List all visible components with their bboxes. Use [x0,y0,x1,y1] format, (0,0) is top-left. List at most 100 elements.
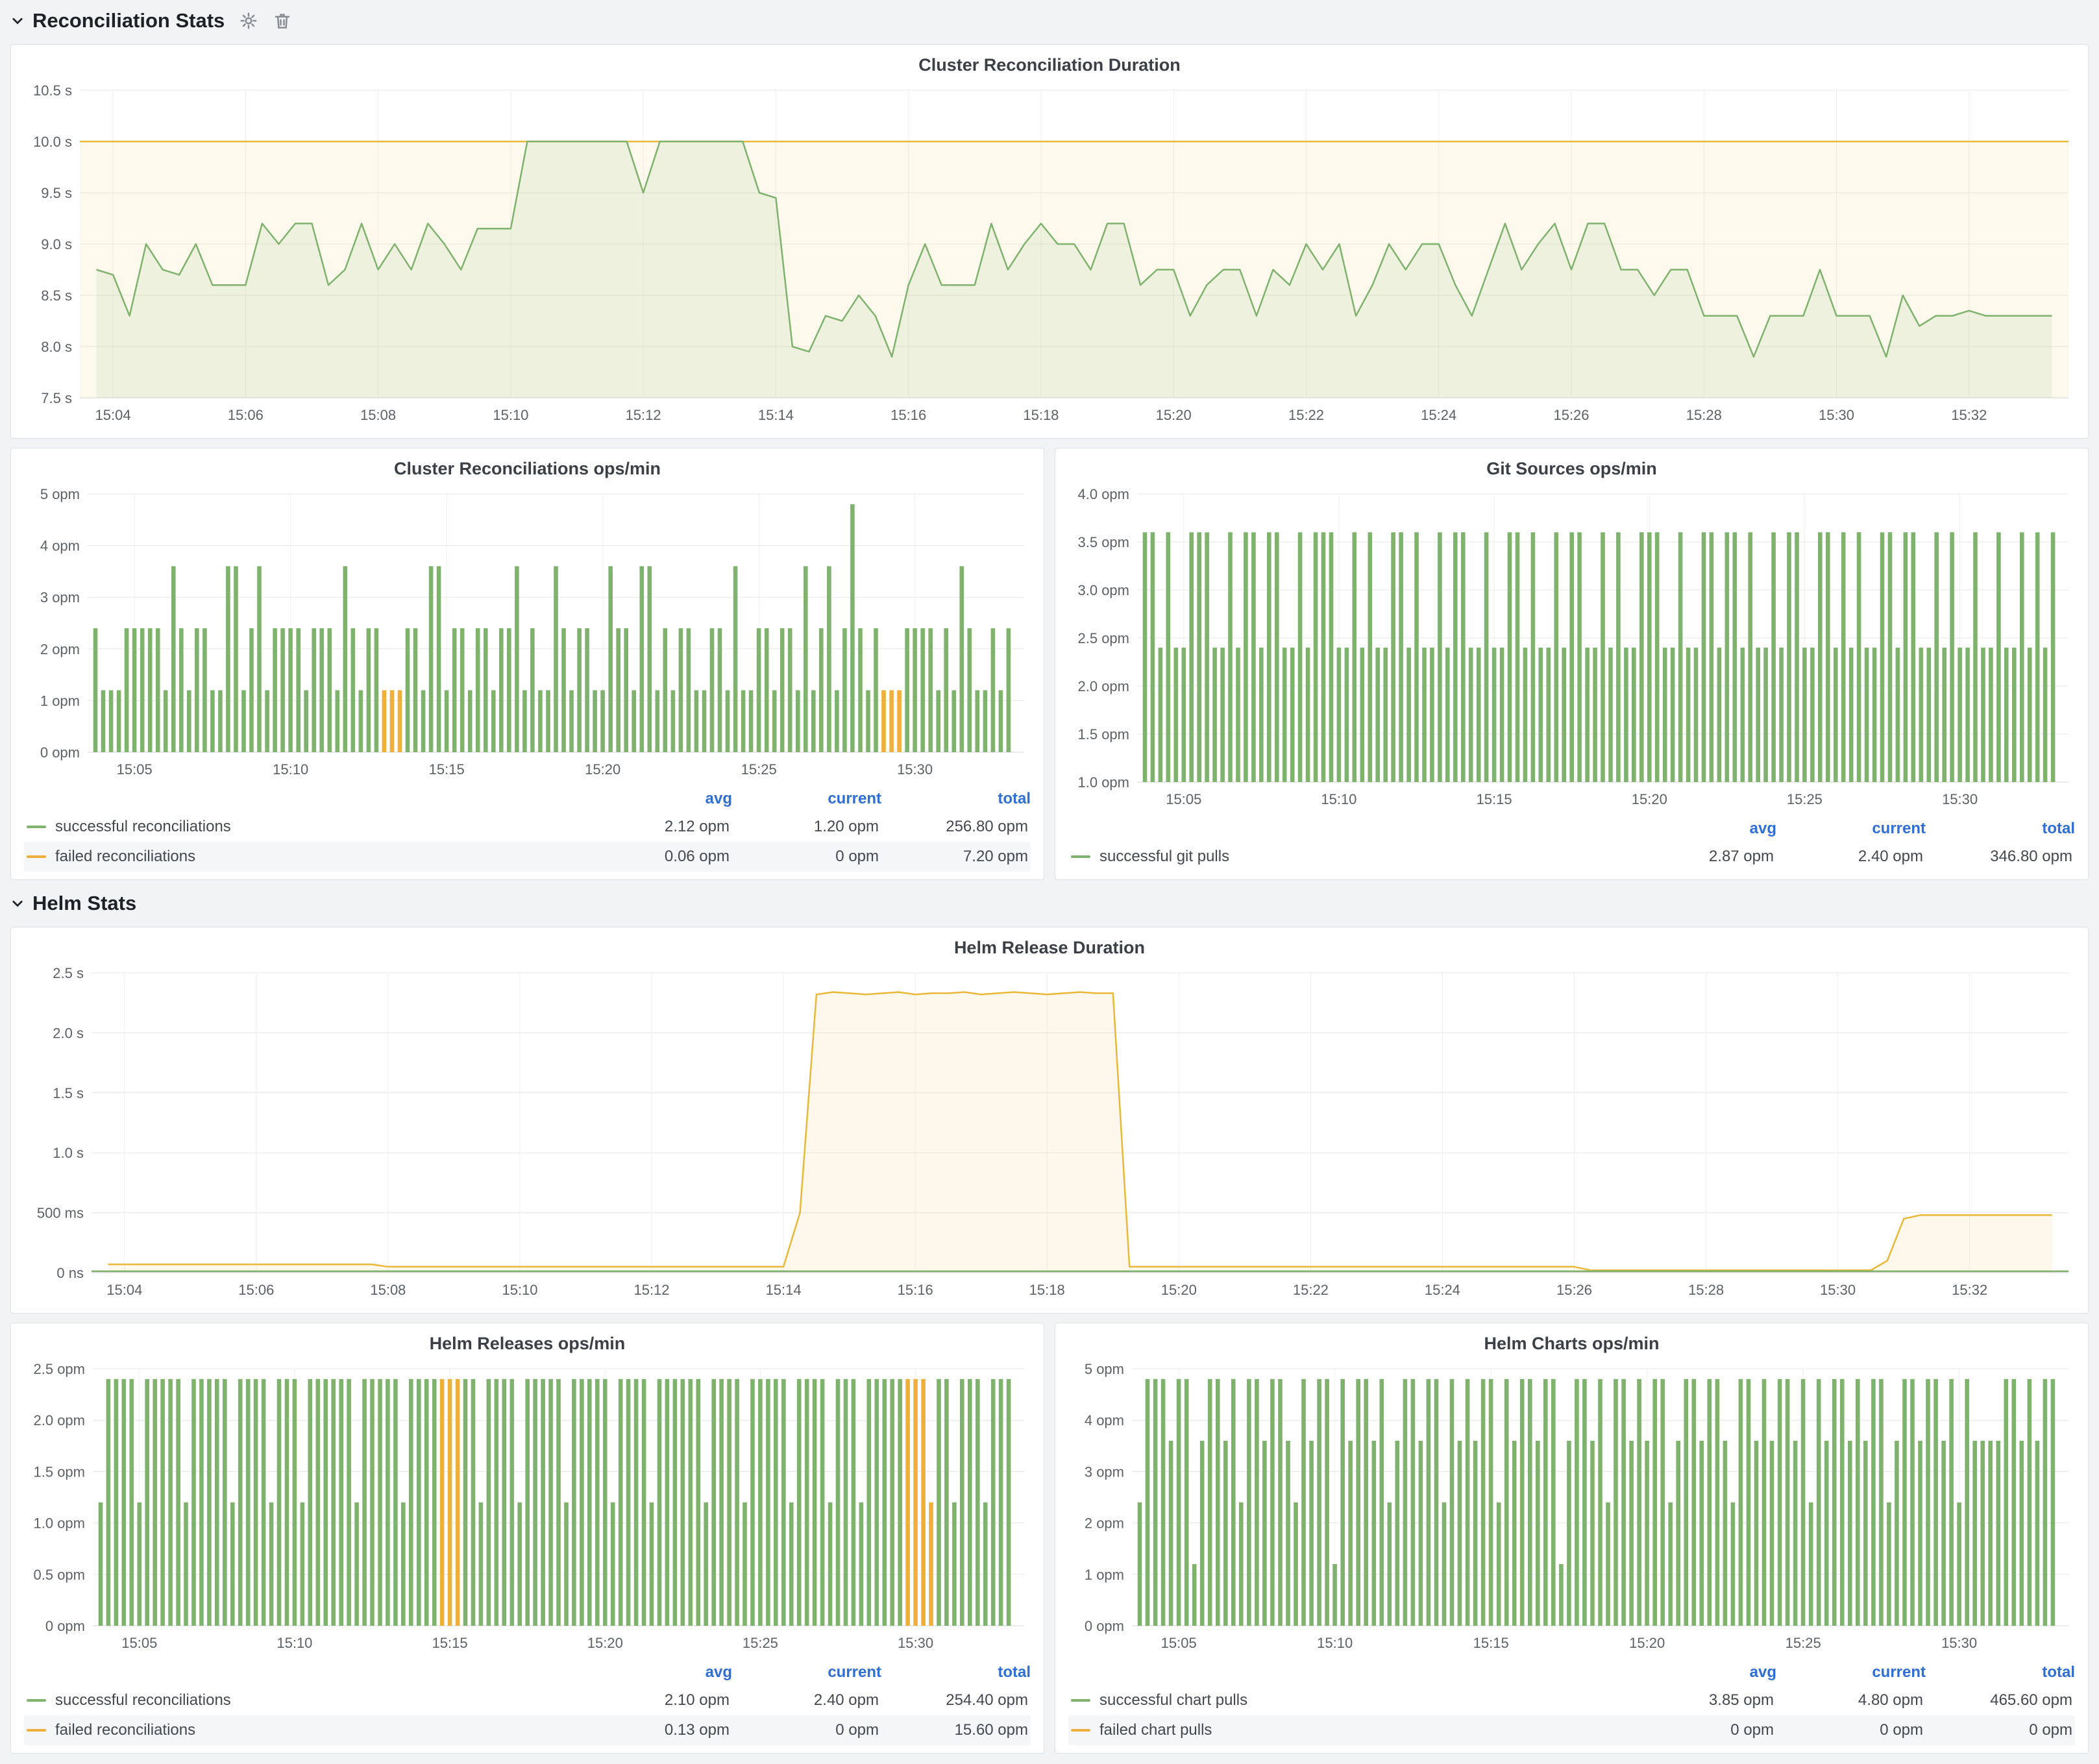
legend-current-value: 1.20 opm [730,818,879,836]
panel-title-cluster-reconciliations[interactable]: Cluster Reconciliations ops/min [20,456,1035,484]
svg-text:8.0 s: 8.0 s [41,339,72,355]
svg-text:7.5 s: 7.5 s [41,390,72,406]
git-sources-chart[interactable]: 15:0515:1015:1515:2015:2515:301.0 opm1.5… [1064,484,2079,815]
svg-text:15:20: 15:20 [1629,1635,1665,1651]
legend-label-wrap[interactable]: successful chart pulls [1071,1691,1625,1709]
legend-series-label: failed reconciliations [55,848,195,866]
legend-current-value: 0 opm [730,848,879,866]
panel-title-helm-release-duration[interactable]: Helm Release Duration [20,935,2079,962]
svg-text:0 opm: 0 opm [45,1618,85,1634]
svg-text:5 opm: 5 opm [1085,1361,1124,1377]
svg-text:9.5 s: 9.5 s [41,185,72,201]
svg-text:15:06: 15:06 [238,1282,274,1298]
legend-sort-current[interactable]: current [1776,1663,1926,1682]
helm-release-duration-chart[interactable]: 15:0415:0615:0815:1015:1215:1415:1615:18… [20,962,2079,1305]
svg-text:15:20: 15:20 [1632,791,1667,807]
legend-sort-current[interactable]: current [1776,820,1926,838]
svg-text:15:04: 15:04 [95,407,131,423]
legend-sort-current[interactable]: current [732,790,881,808]
legend-helm-releases: avg current total successful reconciliat… [20,1658,1035,1745]
series-color-marker-orange [27,1729,46,1732]
legend-sort-current[interactable]: current [732,1663,881,1682]
legend-sort-avg[interactable]: avg [1627,1663,1776,1682]
svg-text:3.5 opm: 3.5 opm [1078,534,1130,550]
svg-text:15:26: 15:26 [1553,407,1589,423]
legend-label-wrap[interactable]: failed chart pulls [1071,1721,1625,1739]
svg-text:3 opm: 3 opm [1085,1464,1124,1480]
svg-text:2 opm: 2 opm [40,641,80,657]
cluster-reconciliation-duration-chart[interactable]: 15:0415:0615:0815:1015:1215:1415:1615:18… [20,80,2079,430]
legend-row-successful-reconciliations: successful reconciliations 2.12 opm 1.20… [24,812,1031,842]
svg-text:15:25: 15:25 [741,761,777,778]
helm-charts-chart[interactable]: 15:0515:1015:1515:2015:2515:300 opm1 opm… [1064,1358,2079,1658]
panel-title-cluster-reconciliation-duration[interactable]: Cluster Reconciliation Duration [20,53,2079,80]
panel-title-helm-releases[interactable]: Helm Releases ops/min [20,1331,1035,1358]
legend-sort-total[interactable]: total [881,1663,1031,1682]
helm-releases-chart[interactable]: 15:0515:1015:1515:2015:2515:300 opm0.5 o… [20,1358,1035,1658]
panel-title-helm-charts[interactable]: Helm Charts ops/min [1064,1331,2079,1358]
legend-series-label: successful git pulls [1099,848,1229,866]
svg-text:0 ns: 0 ns [56,1265,84,1281]
legend-label-wrap[interactable]: successful reconciliations [27,1691,580,1709]
legend-sort-avg[interactable]: avg [583,790,732,808]
svg-text:2 opm: 2 opm [1085,1515,1124,1532]
legend-avg-value: 0 opm [1625,1721,1774,1739]
legend-sort-avg[interactable]: avg [583,1663,732,1682]
svg-text:15:10: 15:10 [1321,791,1356,807]
svg-text:15:26: 15:26 [1556,1282,1592,1298]
gear-icon[interactable] [239,11,258,31]
svg-text:15:10: 15:10 [276,1635,312,1651]
section-header-helm-stats[interactable]: Helm Stats [10,889,2089,918]
panel-title-git-sources[interactable]: Git Sources ops/min [1064,456,2079,484]
legend-series-label: failed chart pulls [1099,1721,1212,1739]
legend-avg-value: 2.87 opm [1625,848,1774,866]
legend-current-value: 0 opm [730,1721,879,1739]
legend-total-value: 15.60 opm [879,1721,1028,1739]
legend-row-successful-reconciliations: successful reconciliations 2.10 opm 2.40… [24,1685,1031,1715]
svg-text:15:25: 15:25 [1787,791,1823,807]
svg-text:15:05: 15:05 [121,1635,157,1651]
series-color-marker-green [1071,1699,1090,1702]
svg-text:15:05: 15:05 [1166,791,1201,807]
legend-header: avg current total [1068,1660,2075,1685]
svg-text:15:24: 15:24 [1425,1282,1460,1298]
svg-text:5 opm: 5 opm [40,486,80,502]
svg-text:15:04: 15:04 [106,1282,142,1298]
legend-sort-total[interactable]: total [1926,1663,2075,1682]
svg-text:15:15: 15:15 [429,761,465,778]
svg-text:15:16: 15:16 [898,1282,933,1298]
svg-text:15:28: 15:28 [1686,407,1722,423]
svg-text:15:12: 15:12 [633,1282,669,1298]
legend-label-wrap[interactable]: failed reconciliations [27,848,580,866]
svg-text:15:30: 15:30 [1819,407,1854,423]
row-reconciliation-ops: Cluster Reconciliations ops/min 15:05 15:… [10,448,2089,880]
legend-sort-total[interactable]: total [1926,820,2075,838]
legend-sort-avg[interactable]: avg [1627,820,1776,838]
svg-text:15:30: 15:30 [1941,1635,1977,1651]
svg-text:15:25: 15:25 [743,1635,778,1651]
svg-text:15:12: 15:12 [626,407,661,423]
svg-text:15:30: 15:30 [1942,791,1978,807]
svg-text:8.5 s: 8.5 s [41,288,72,304]
svg-text:15:20: 15:20 [1161,1282,1197,1298]
legend-label-wrap[interactable]: successful reconciliations [27,818,580,836]
legend-label-wrap[interactable]: failed reconciliations [27,1721,580,1739]
panel-git-sources: Git Sources ops/min 15:0515:1015:1515:20… [1055,448,2089,880]
svg-text:1.0 opm: 1.0 opm [1078,774,1130,790]
legend-sort-total[interactable]: total [881,790,1031,808]
trash-icon[interactable] [273,11,292,31]
series-color-marker-green [27,826,46,828]
svg-text:500 ms: 500 ms [37,1205,84,1221]
legend-label-wrap[interactable]: successful git pulls [1071,848,1625,866]
row-helm-ops: Helm Releases ops/min 15:0515:1015:1515:… [10,1323,2089,1754]
legend-avg-value: 0.13 opm [580,1721,730,1739]
section-header-reconciliation-stats[interactable]: Reconciliation Stats [10,6,2089,35]
cluster-reconciliations-chart[interactable]: 15:0515:1015:1515:2015:2515:300 opm1 opm… [20,484,1035,785]
section-title-reconciliation-stats: Reconciliation Stats [32,9,225,32]
panel-helm-releases: Helm Releases ops/min 15:05 15:10 15:15 15:… [10,1323,1044,1754]
svg-text:15:15: 15:15 [432,1635,468,1651]
svg-text:10.0 s: 10.0 s [33,134,72,150]
section-title-helm-stats: Helm Stats [32,892,136,915]
chevron-down-icon [10,14,25,28]
svg-text:15:30: 15:30 [897,761,933,778]
